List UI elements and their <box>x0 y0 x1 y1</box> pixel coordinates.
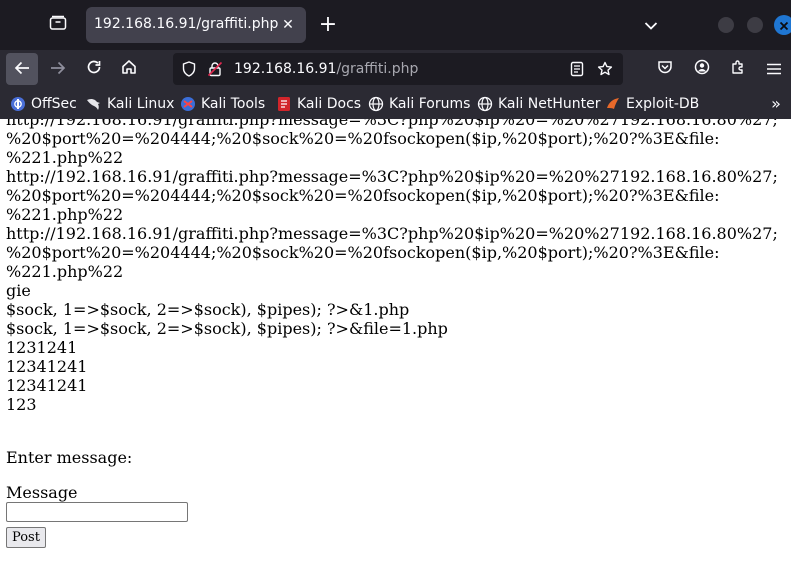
url-text[interactable]: 192.168.16.91/graffiti.php <box>234 61 418 77</box>
bookmark-exploit-db[interactable]: Exploit-DB <box>605 94 699 114</box>
reader-view-icon[interactable] <box>569 61 585 77</box>
account-icon <box>694 59 710 79</box>
home-button[interactable] <box>113 53 145 85</box>
log-line: http://192.168.16.91/graffiti.php?messag… <box>6 119 778 129</box>
bookmark-kali-nethunter[interactable]: Kali NetHunter <box>477 94 600 114</box>
bookmarks-toolbar: OffSec Kali Linux Kali Tools Kali Docs K… <box>0 88 791 119</box>
puzzle-icon <box>730 59 746 79</box>
log-line: %20$port%20=%204444;%20$sock%20=%20fsock… <box>6 243 720 262</box>
log-line: $sock, 1=>$sock, 2=>$sock), $pipes); ?>&… <box>6 319 448 338</box>
log-line: %20$port%20=%204444;%20$sock%20=%20fsock… <box>6 186 720 205</box>
extensions-button[interactable] <box>728 59 748 79</box>
forward-button[interactable] <box>42 53 74 85</box>
bookmark-star-icon[interactable] <box>597 61 613 77</box>
window-maximize-button[interactable] <box>747 17 763 33</box>
log-line: 12341241 <box>6 376 88 395</box>
bookmark-label: OffSec <box>31 96 77 112</box>
bookmark-kali-docs[interactable]: Kali Docs <box>276 94 361 114</box>
reload-button[interactable] <box>78 53 110 85</box>
chevron-down-icon <box>644 16 658 35</box>
log-line: %221.php%22 <box>6 262 124 281</box>
bookmark-label: Kali Docs <box>297 96 362 112</box>
bookmark-label: Kali Tools <box>201 96 266 112</box>
arrow-right-icon <box>50 60 66 79</box>
bookmark-offsec[interactable]: OffSec <box>10 94 77 114</box>
reload-icon <box>86 59 102 79</box>
form-heading: Enter message: <box>6 448 133 467</box>
tab-strip: 192.168.16.91/graffiti.php ✕ + <box>0 0 791 50</box>
window-close-button[interactable] <box>774 15 791 35</box>
bookmark-label: Exploit-DB <box>626 96 700 112</box>
pocket-button[interactable] <box>655 59 675 79</box>
kali-docs-icon <box>276 96 292 112</box>
firefox-view-button[interactable] <box>44 13 72 37</box>
log-line: http://192.168.16.91/graffiti.php?messag… <box>6 167 778 186</box>
bookmark-label: Kali Forums <box>389 96 471 112</box>
new-tab-button[interactable]: + <box>314 11 342 39</box>
log-line: gie <box>6 281 31 300</box>
shield-icon[interactable] <box>181 61 197 77</box>
log-line: $sock, 1=>$sock, 2=>$sock), $pipes); ?>&… <box>6 300 410 319</box>
address-bar[interactable]: 192.168.16.91/graffiti.php <box>173 53 623 85</box>
tab-title: 192.168.16.91/graffiti.php <box>94 16 279 32</box>
app-menu-button[interactable] <box>764 59 784 79</box>
log-line: %221.php%22 <box>6 205 124 224</box>
log-line: %20$port%20=%204444;%20$sock%20=%20fsock… <box>6 129 720 148</box>
arrow-left-icon <box>14 60 30 79</box>
log-line: 12341241 <box>6 357 88 376</box>
globe-icon <box>477 96 493 112</box>
offsec-icon <box>10 96 26 112</box>
log-line: http://192.168.16.91/graffiti.php?messag… <box>6 224 778 243</box>
exploitdb-icon <box>605 96 621 112</box>
globe-icon <box>368 96 384 112</box>
page-content: http://192.168.16.91/graffiti.php?messag… <box>0 119 791 562</box>
log-line: 123 <box>6 395 37 414</box>
message-label: Message <box>6 483 78 502</box>
back-button[interactable] <box>6 53 38 85</box>
graffiti-log: http://192.168.16.91/graffiti.php?messag… <box>6 119 778 414</box>
post-button[interactable]: Post <box>6 527 46 548</box>
list-all-tabs-button[interactable] <box>638 12 664 38</box>
home-icon <box>121 59 137 79</box>
hamburger-menu-icon <box>767 60 781 79</box>
url-path: /graffiti.php <box>336 61 419 77</box>
close-icon <box>779 16 789 35</box>
kali-tools-icon <box>180 96 196 112</box>
bookmark-label: Kali Linux <box>107 96 175 112</box>
navigation-toolbar: 192.168.16.91/graffiti.php <box>0 50 791 88</box>
bookmark-kali-linux[interactable]: Kali Linux <box>86 94 174 114</box>
pocket-icon <box>657 59 673 79</box>
message-input[interactable] <box>6 502 188 522</box>
tab-close-icon[interactable]: ✕ <box>278 15 298 35</box>
insecure-lock-icon[interactable] <box>207 61 223 77</box>
account-button[interactable] <box>692 59 712 79</box>
bookmark-label: Kali NetHunter <box>498 96 601 112</box>
bookmark-kali-forums[interactable]: Kali Forums <box>368 94 470 114</box>
log-line: %221.php%22 <box>6 148 124 167</box>
kali-dragon-icon <box>86 96 102 112</box>
bookmark-kali-tools[interactable]: Kali Tools <box>180 94 265 114</box>
url-host: 192.168.16.91 <box>234 61 337 77</box>
bookmarks-overflow-chevron-icon[interactable]: » <box>766 94 786 114</box>
active-tab[interactable]: 192.168.16.91/graffiti.php ✕ <box>86 7 306 43</box>
firefox-view-icon <box>49 15 67 35</box>
window-minimize-button[interactable] <box>718 17 734 33</box>
log-line: 1231241 <box>6 338 78 357</box>
